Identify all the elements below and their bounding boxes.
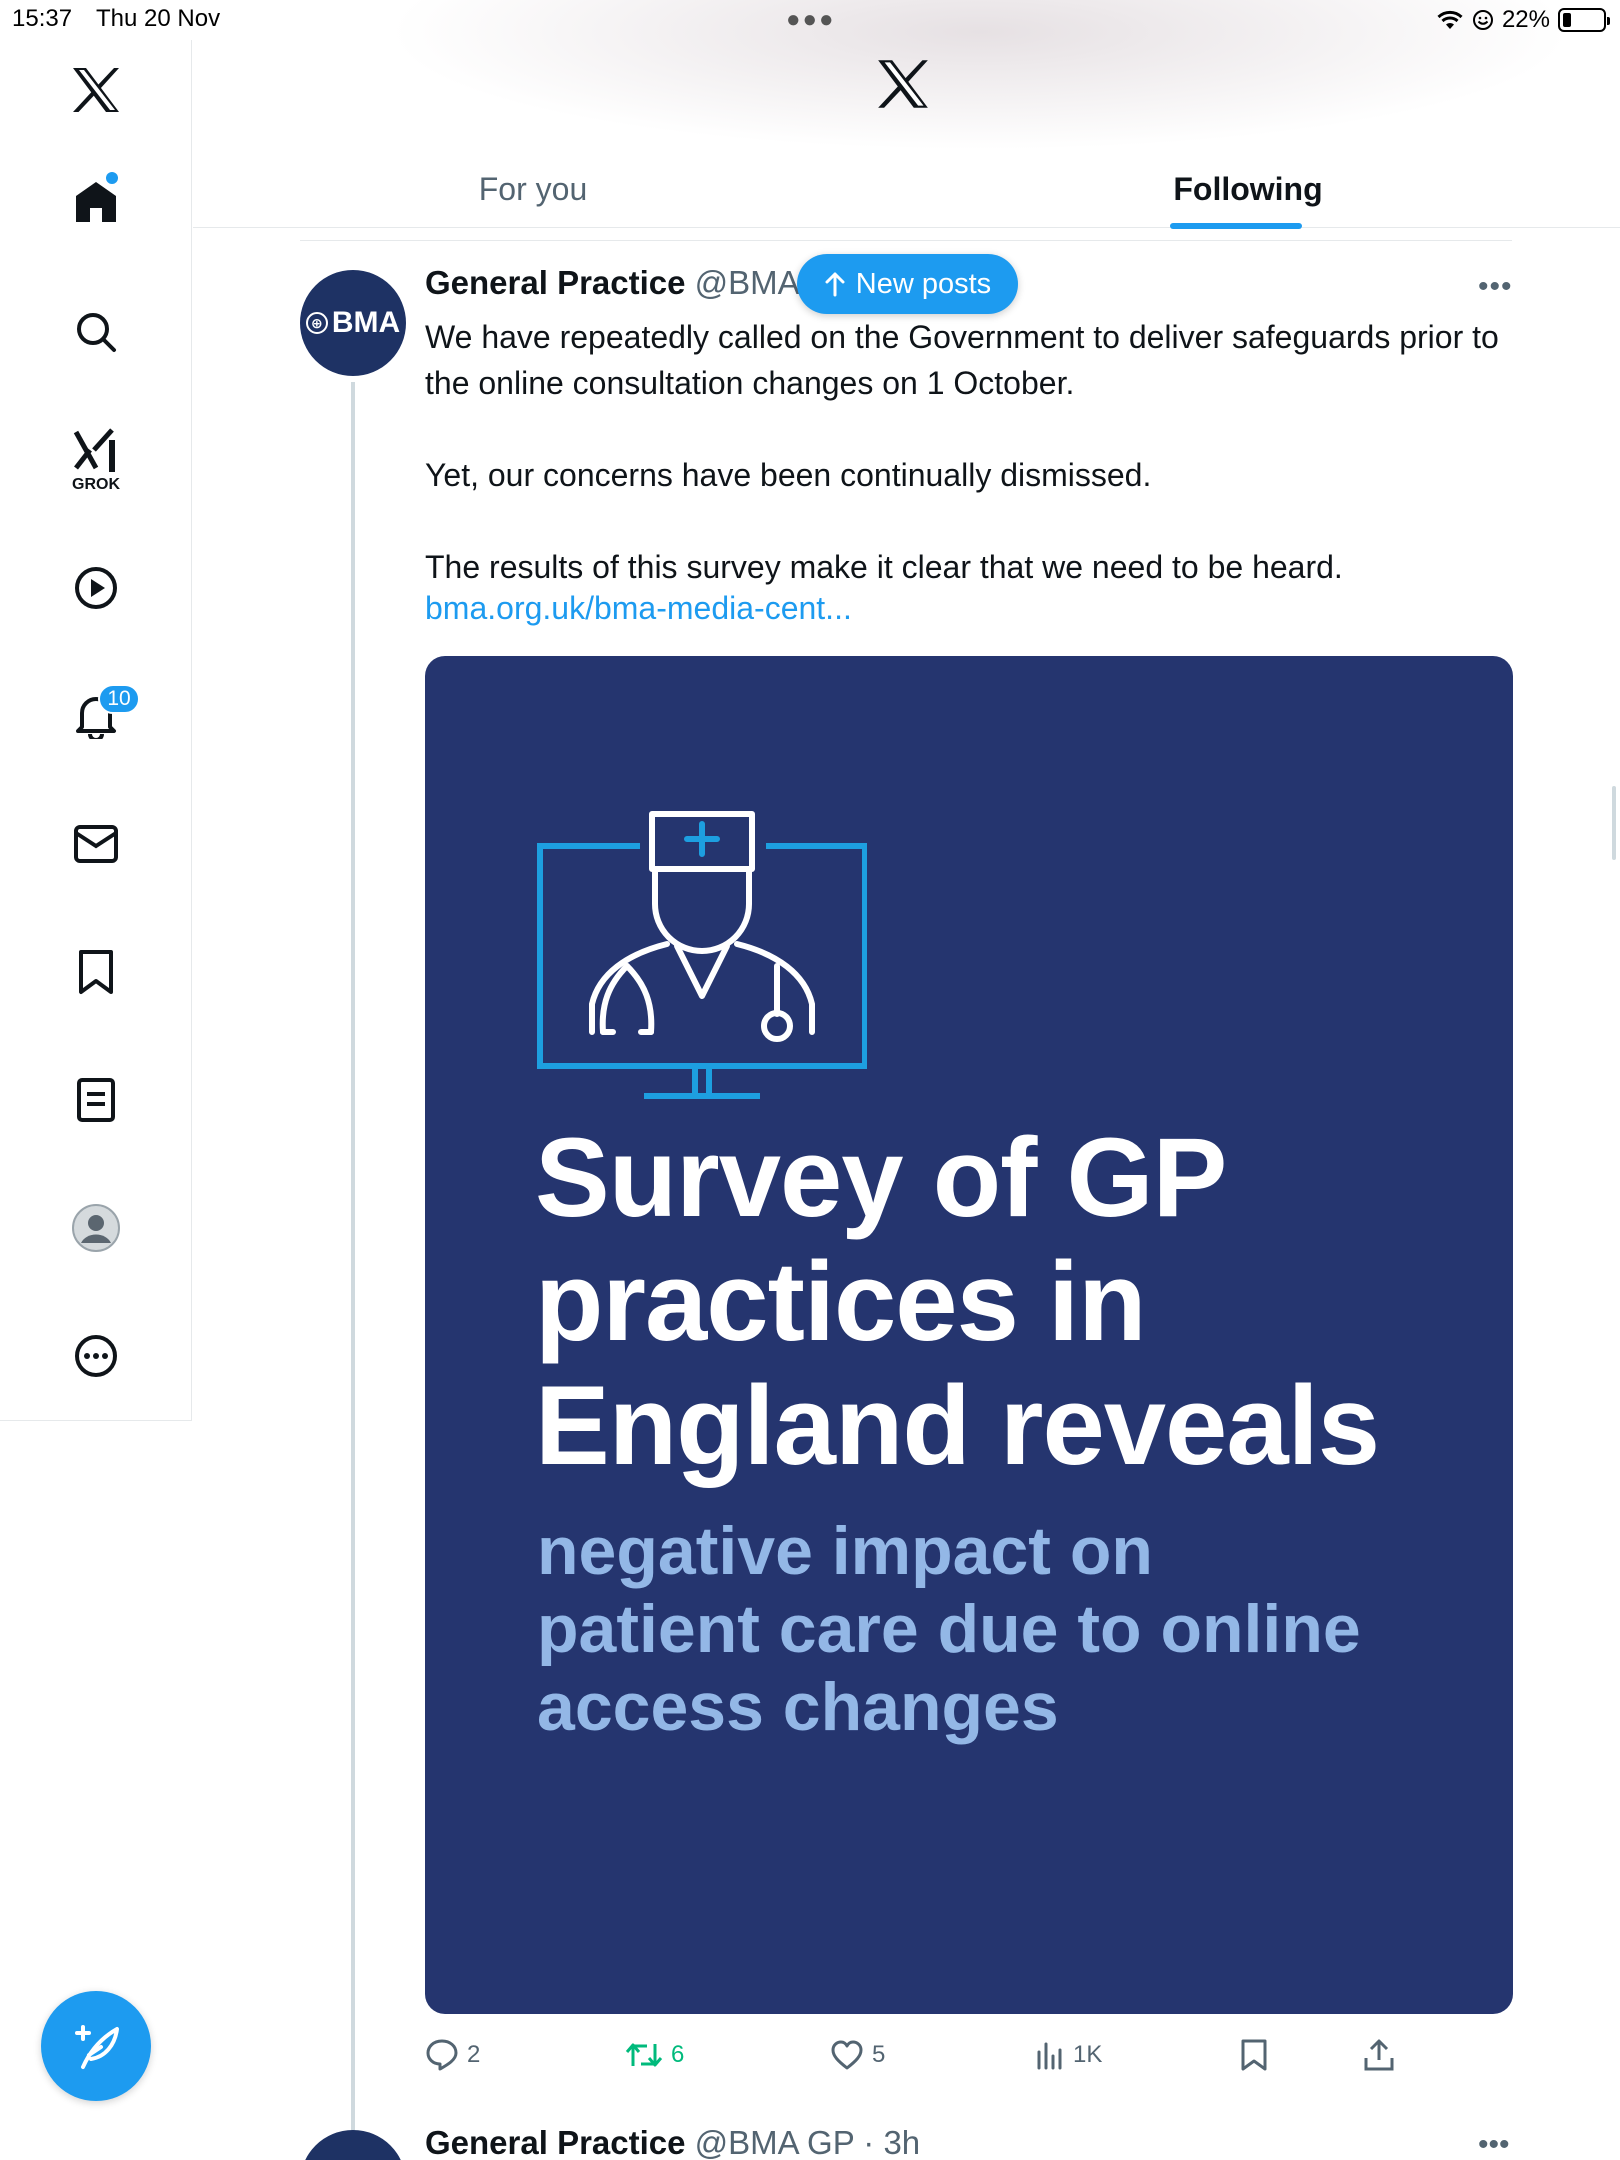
post-paragraph: We have repeatedly called on the Governm… <box>425 319 1499 401</box>
repost-icon <box>625 2043 663 2067</box>
post-author[interactable]: General Practice @BMA <box>425 264 800 302</box>
bma-logo-icon: ⊕ <box>305 312 328 334</box>
sidebar-item-more[interactable] <box>60 1320 132 1392</box>
post-actions: 2 6 5 1K <box>425 2030 1513 2080</box>
document-icon <box>77 1078 115 1122</box>
heart-icon <box>831 2040 863 2070</box>
post-paragraph: Yet, our concerns have been continually … <box>425 457 1152 493</box>
status-time: 15:37 <box>12 5 73 32</box>
post-body: We have repeatedly called on the Governm… <box>425 314 1505 590</box>
battery-icon <box>1558 8 1610 32</box>
views-count: 1K <box>1073 2041 1103 2068</box>
views-chart-icon <box>1037 2042 1062 2070</box>
sidebar-item-home[interactable] <box>60 166 132 238</box>
grok-icon <box>73 428 115 472</box>
post-paragraph: The results of this survey make it clear… <box>425 549 1343 585</box>
media-subtitle: negative impact on patient care due to o… <box>537 1512 1477 1746</box>
status-bar: 15:37 Thu 20 Nov ●●● 22% <box>0 0 1620 40</box>
multitask-dots-icon[interactable]: ●●● <box>786 6 836 34</box>
status-date: Thu 20 Nov <box>96 5 221 32</box>
x-logo-icon <box>878 60 928 108</box>
views-button[interactable]: 1K <box>1035 2030 1102 2080</box>
status-right: 22% <box>1436 6 1610 34</box>
sidebar-x-logo[interactable] <box>60 54 132 126</box>
tab-following[interactable]: Following <box>1163 150 1333 228</box>
active-tab-indicator <box>1170 223 1302 229</box>
scrollbar-thumb[interactable] <box>1612 786 1616 860</box>
compose-button[interactable] <box>41 1991 151 2101</box>
post-author-avatar[interactable]: ⊕ BMA <box>300 270 406 376</box>
media-subtitle-line: patient care due to online <box>537 1591 1361 1667</box>
like-count: 5 <box>872 2041 886 2068</box>
reply-button[interactable]: 2 <box>425 2030 480 2080</box>
next-author-name[interactable]: General Practice <box>425 2124 686 2160</box>
bookmark-post-button[interactable] <box>1240 2030 1268 2080</box>
media-subtitle-line: access changes <box>537 1669 1059 1745</box>
bookmark-icon <box>1241 2039 1267 2071</box>
reply-count: 2 <box>467 2041 481 2068</box>
sidebar-item-messages[interactable] <box>60 808 132 880</box>
author-name[interactable]: General Practice <box>425 264 686 301</box>
wifi-icon <box>1437 10 1463 29</box>
post-link[interactable]: bma.org.uk/bma-media-cent... <box>425 590 852 627</box>
timeline-tabs: For you Following <box>193 150 1620 229</box>
next-post-more-icon[interactable]: ••• <box>1478 2128 1510 2160</box>
play-icon <box>75 567 117 609</box>
avatar-text: BMA <box>331 306 401 339</box>
mail-icon <box>74 825 118 863</box>
compose-feather-icon <box>75 2025 119 2069</box>
media-title-line: Survey of GP <box>535 1115 1227 1240</box>
like-button[interactable]: 5 <box>830 2030 885 2080</box>
tab-for-you[interactable]: For you <box>433 150 633 228</box>
feed-separator <box>300 240 1512 241</box>
notification-badge: 10 <box>98 684 140 714</box>
search-icon <box>77 313 116 352</box>
x-logo-icon <box>73 68 119 112</box>
focus-smiley-icon <box>1472 10 1493 30</box>
next-author-handle-time: @BMA GP · 3h <box>694 2124 921 2160</box>
media-title: Survey of GP practices in England reveal… <box>535 1116 1475 1488</box>
repost-button[interactable]: 6 <box>625 2030 684 2080</box>
media-title-line: England reveals <box>535 1363 1380 1488</box>
more-circle-icon <box>75 1335 117 1377</box>
media-subtitle-line: negative impact on <box>537 1513 1153 1589</box>
battery-percent: 22% <box>1501 6 1550 33</box>
home-icon <box>76 182 116 222</box>
reply-icon <box>426 2039 458 2071</box>
thread-line <box>351 382 355 2160</box>
new-posts-label: New posts <box>855 267 992 300</box>
home-unread-dot <box>106 172 118 184</box>
arrow-up-icon <box>825 272 845 297</box>
media-title-line: practices in <box>535 1239 1147 1364</box>
share-button[interactable] <box>1363 2030 1395 2080</box>
author-handle[interactable]: @BMA <box>695 264 800 301</box>
sidebar-divider <box>0 1420 192 1421</box>
sidebar-item-articles[interactable] <box>60 1064 132 1136</box>
bookmark-icon <box>79 950 113 994</box>
next-post-avatar[interactable] <box>300 2130 406 2160</box>
sidebar-item-videos[interactable] <box>60 552 132 624</box>
post-more-icon[interactable]: ••• <box>1478 270 1513 304</box>
sidebar-item-bookmarks[interactable] <box>60 936 132 1008</box>
next-post-author[interactable]: General Practice @BMA GP · 3h <box>425 2124 920 2160</box>
new-posts-button[interactable]: New posts <box>797 254 1018 314</box>
repost-count: 6 <box>671 2041 685 2068</box>
post-media-image[interactable]: Survey of GP practices in England reveal… <box>425 656 1513 2014</box>
sidebar-item-explore[interactable] <box>60 296 132 368</box>
share-icon <box>1364 2039 1394 2071</box>
sidebar-item-profile[interactable] <box>60 1192 132 1264</box>
doctor-monitor-illustration <box>537 811 867 1099</box>
header-x-logo[interactable] <box>876 58 936 118</box>
avatar-icon <box>72 1204 120 1252</box>
grok-label: GROK <box>72 476 120 493</box>
